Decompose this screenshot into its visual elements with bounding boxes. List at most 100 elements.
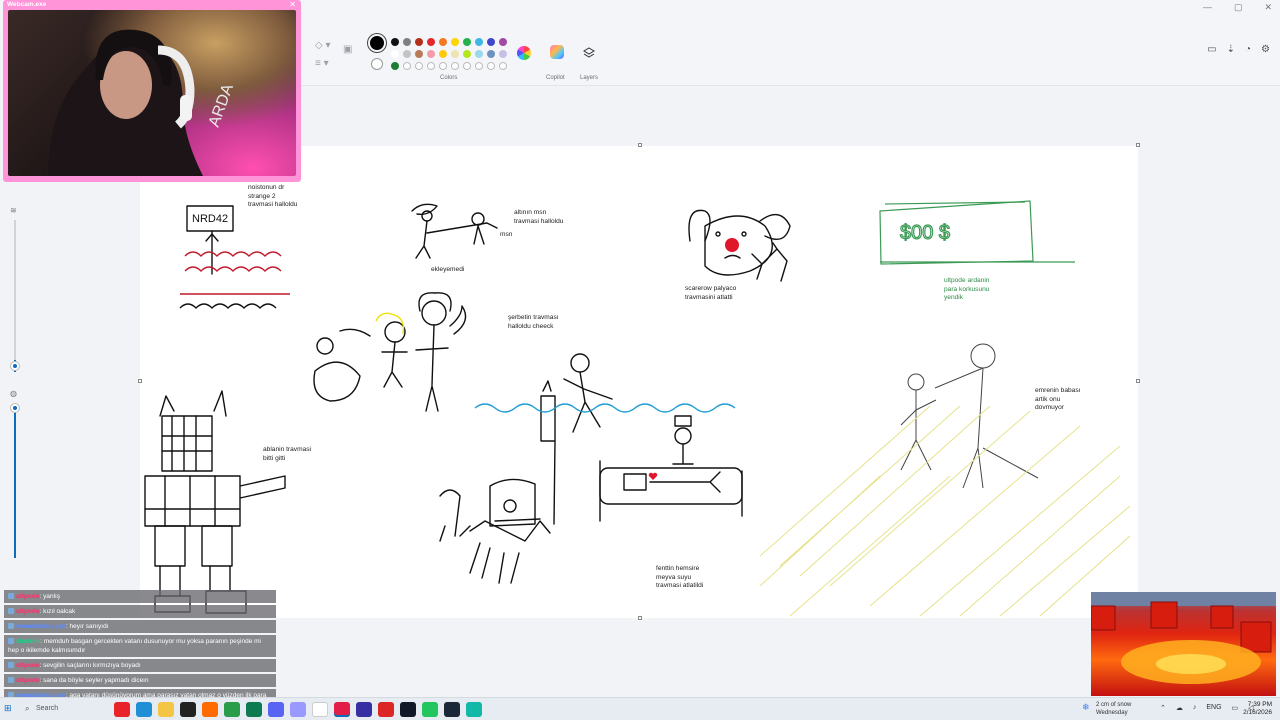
chat-username[interactable]: sbetelik	[16, 638, 40, 645]
family-group-doodle	[313, 321, 408, 402]
app-icon-17[interactable]	[466, 702, 482, 717]
color-swatch[interactable]	[499, 62, 507, 70]
note-emrenin: emrenin babası artik onu dovmuyor	[1035, 387, 1081, 412]
chat-username[interactable]: ultpode	[16, 662, 39, 669]
edge-icon[interactable]	[136, 702, 152, 717]
illustrator-icon[interactable]	[202, 702, 218, 717]
color-swatch[interactable]	[487, 38, 495, 46]
chevron-up-icon[interactable]: ⌃	[1160, 704, 1166, 712]
primary-color-swatch[interactable]	[370, 36, 384, 50]
color-swatch[interactable]	[391, 50, 399, 58]
color-swatch[interactable]	[451, 38, 459, 46]
comment-icon[interactable]: ▭	[1207, 44, 1216, 55]
color-swatch[interactable]	[427, 38, 435, 46]
app-icon-13[interactable]	[378, 702, 394, 717]
discord-icon[interactable]	[268, 702, 284, 717]
app-icon-14[interactable]	[400, 702, 416, 717]
display-icon[interactable]: ▭	[1232, 704, 1239, 712]
color-swatch[interactable]	[463, 38, 471, 46]
weather-widget[interactable]: ❄ 2 cm of snow Wednesday	[1082, 701, 1131, 717]
mic-icon[interactable]: ♪	[1193, 704, 1197, 712]
taskbar-search[interactable]: ⌕ Search	[22, 702, 102, 717]
color-swatch[interactable]	[475, 62, 483, 70]
color-swatch[interactable]	[451, 62, 459, 70]
app-icon-4[interactable]	[180, 702, 196, 717]
app-icon-12[interactable]	[356, 702, 372, 717]
brush-size-icon[interactable]: ≡ ▾	[315, 58, 329, 69]
color-swatch[interactable]	[403, 50, 411, 58]
app-icon-7[interactable]	[246, 702, 262, 717]
color-swatch[interactable]	[463, 50, 471, 58]
color-swatch[interactable]	[475, 38, 483, 46]
account-icon[interactable]: ◔	[1245, 44, 1251, 55]
svg-text:NRD42: NRD42	[192, 213, 228, 225]
lava-scene	[1091, 592, 1276, 684]
color-swatch[interactable]	[463, 62, 471, 70]
start-button-icon[interactable]: ⊞	[4, 703, 12, 714]
color-swatch[interactable]	[487, 62, 495, 70]
copilot-icon[interactable]	[550, 45, 564, 59]
after-effects-icon[interactable]	[290, 702, 306, 717]
opacity-slider-thumb[interactable]	[11, 404, 19, 412]
app-icon-1[interactable]	[114, 702, 130, 717]
color-swatch[interactable]	[499, 50, 507, 58]
app-icon-15[interactable]	[422, 702, 438, 717]
opacity-slider-fill[interactable]	[14, 410, 16, 558]
chat-username[interactable]: memduhbasgan	[16, 623, 66, 630]
chat-badge-icon	[8, 608, 14, 615]
chat-message: ultpode: sana da böyle seyler yapmadı di…	[4, 674, 276, 687]
layers-icon[interactable]	[583, 47, 595, 59]
color-swatch[interactable]	[391, 38, 399, 46]
color-swatch[interactable]	[427, 50, 435, 58]
cloud-icon[interactable]: ☁	[1176, 704, 1183, 712]
note-fenttin: fenttin hemsire meyva suyu travmasi atla…	[656, 565, 704, 590]
game-capture-overlay	[1091, 592, 1276, 696]
color-swatch[interactable]	[415, 62, 423, 70]
minimize-button[interactable]: —	[1203, 2, 1212, 13]
note-noistonun: noistonun dr strange 2 travmasi halloldu	[248, 184, 298, 209]
maximize-button[interactable]: ▢	[1234, 2, 1243, 13]
note-ablanin: ablanin travmasi bitti gitti	[263, 446, 312, 462]
fill-icon[interactable]: ▣	[343, 44, 352, 55]
color-swatch[interactable]	[403, 38, 411, 46]
taskbar-clock[interactable]: 7:39 PM 2/16/2026	[1243, 701, 1272, 717]
language-indicator[interactable]: ENG	[1206, 704, 1221, 712]
chat-username[interactable]: ultpode	[16, 677, 39, 684]
edit-colors-icon[interactable]	[517, 46, 531, 60]
note-ultpode: ultpode ardanin para korkusunu yendik	[944, 277, 990, 302]
hospital-bed-doodle	[599, 415, 743, 522]
color-swatch[interactable]	[439, 50, 447, 58]
app-icon-6[interactable]	[224, 702, 240, 717]
file-explorer-icon[interactable]	[158, 702, 174, 717]
settings-gear-icon[interactable]: ⚙	[1261, 44, 1270, 55]
color-swatch[interactable]	[499, 38, 507, 46]
chat-username[interactable]: ultpode	[16, 593, 39, 600]
color-swatch[interactable]	[475, 50, 483, 58]
size-slider-thumb[interactable]	[11, 362, 19, 370]
color-swatch[interactable]	[391, 62, 399, 70]
size-slider-track[interactable]	[14, 220, 16, 370]
chat-badge-icon	[8, 638, 14, 645]
chat-username[interactable]: ultpode	[16, 608, 39, 615]
color-swatch[interactable]	[415, 38, 423, 46]
shapes-icon[interactable]: ◇ ▾	[315, 40, 331, 51]
color-swatch[interactable]	[427, 62, 435, 70]
swimmer-doodle	[563, 353, 613, 433]
chat-badge-icon	[8, 593, 14, 600]
steam-icon[interactable]	[444, 702, 460, 717]
chat-text: kızıl oalcak	[43, 608, 76, 615]
color-swatch[interactable]	[415, 50, 423, 58]
color-swatch[interactable]	[451, 50, 459, 58]
color-swatch[interactable]	[439, 62, 447, 70]
webcam-feed: ARDA	[8, 10, 296, 176]
color-swatch[interactable]	[487, 50, 495, 58]
share-icon[interactable]: ⇣	[1227, 44, 1235, 55]
search-placeholder: Search	[36, 705, 59, 712]
secondary-color-swatch[interactable]	[371, 58, 383, 70]
notepad-icon[interactable]	[312, 702, 328, 717]
color-swatch[interactable]	[439, 38, 447, 46]
chat-message: sbetelik: memduh basgan gercekten vatanı…	[4, 635, 276, 657]
opera-icon[interactable]	[334, 702, 350, 717]
color-swatch[interactable]	[403, 62, 411, 70]
close-button[interactable]: ✕	[1264, 2, 1272, 13]
